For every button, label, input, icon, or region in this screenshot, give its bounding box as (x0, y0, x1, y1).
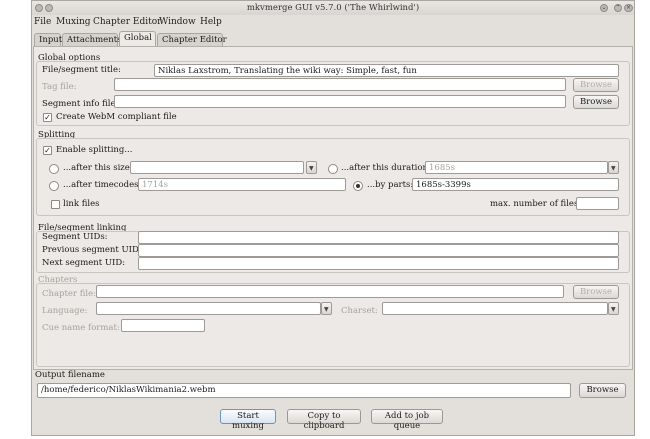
after-duration-dropdown[interactable]: ▼ (608, 161, 619, 174)
minimize-icon[interactable]: ⌄ (600, 4, 608, 12)
segment-info-label: Segment info file: (42, 99, 119, 109)
menu-window[interactable]: Window (159, 17, 196, 27)
segment-uids-input[interactable] (138, 231, 619, 244)
charset-label: Charset: (341, 306, 378, 316)
tab-global[interactable]: Global (119, 31, 156, 46)
link-files-checkbox[interactable] (51, 200, 60, 209)
cue-name-format-input[interactable] (121, 319, 205, 332)
window-title: mkvmerge GUI v5.7.0 ('The Whirlwind') (246, 3, 420, 13)
link-files-label: link files (63, 199, 100, 209)
prev-uid-label: Previous segment UID: (42, 245, 142, 255)
segment-info-input[interactable] (114, 95, 566, 108)
file-title-label: File/segment title: (42, 65, 121, 75)
chevron-down-icon: ▼ (324, 306, 329, 313)
after-size-label: ...after this size: (63, 163, 133, 173)
after-duration-radio[interactable] (328, 164, 338, 174)
webm-checkbox[interactable]: ✓ (43, 113, 52, 122)
next-uid-input[interactable] (138, 257, 619, 270)
enable-splitting-checkbox[interactable]: ✓ (43, 146, 52, 155)
after-size-radio[interactable] (49, 164, 59, 174)
prev-uid-input[interactable] (138, 244, 619, 257)
language-combo[interactable] (96, 302, 321, 315)
output-browse-button[interactable]: Browse (579, 383, 626, 398)
file-title-input[interactable]: Niklas Laxstrom, Translating the wiki wa… (154, 64, 619, 77)
enable-splitting-label: Enable splitting... (56, 145, 133, 155)
by-parts-input[interactable]: 1685s-3399s (412, 178, 619, 191)
chapter-file-input[interactable] (96, 285, 564, 298)
charset-dropdown[interactable]: ▼ (608, 302, 619, 315)
segment-info-browse-button[interactable]: Browse (573, 95, 619, 109)
charset-combo[interactable] (382, 302, 608, 315)
after-timecodes-radio[interactable] (49, 181, 59, 191)
check-icon: ✓ (44, 113, 51, 122)
after-timecodes-label: ...after timecodes: (63, 180, 142, 190)
tag-file-input[interactable] (114, 78, 566, 91)
after-duration-label: ...after this duration: (341, 163, 431, 173)
chevron-down-icon: ▼ (611, 306, 616, 313)
cue-name-format-label: Cue name format: (42, 323, 120, 333)
output-title: Output filename (35, 370, 105, 380)
chapter-file-browse-button[interactable]: Browse (573, 285, 619, 299)
menu-file[interactable]: File (34, 17, 51, 27)
after-timecodes-input[interactable]: 1714s (138, 178, 346, 191)
start-muxing-button[interactable]: Start muxing (220, 409, 276, 431)
title-bar: mkvmerge GUI v5.7.0 ('The Whirlwind') ⌄ … (32, 1, 634, 15)
by-parts-radio[interactable] (353, 181, 363, 191)
menu-chapter-editor[interactable]: Chapter Editor (93, 17, 161, 27)
tab-input[interactable]: Input (34, 33, 62, 46)
close-icon[interactable]: × (624, 4, 633, 12)
after-size-dropdown[interactable]: ▼ (306, 161, 317, 174)
maximize-icon[interactable]: ⌃ (614, 4, 622, 12)
language-dropdown[interactable]: ▼ (321, 302, 332, 315)
language-label: Language: (42, 306, 88, 316)
max-files-label: max. number of files: (490, 199, 582, 209)
chapter-file-label: Chapter file: (42, 289, 96, 299)
tab-chapter-editor[interactable]: Chapter Editor (157, 33, 227, 46)
action-bar: Start muxing Copy to clipboard Add to jo… (33, 406, 633, 431)
app-window: mkvmerge GUI v5.7.0 ('The Whirlwind') ⌄ … (31, 0, 635, 436)
next-uid-label: Next segment UID: (42, 258, 126, 268)
segment-uids-label: Segment UIDs: (42, 232, 108, 242)
after-duration-combo[interactable]: 1685s (425, 161, 608, 174)
after-size-combo[interactable] (130, 161, 304, 174)
webm-label: Create WebM compliant file (56, 112, 177, 122)
tag-file-label: Tag file: (42, 82, 77, 92)
max-files-input[interactable] (576, 197, 619, 210)
by-parts-label: ...by parts: (367, 180, 414, 190)
output-section: Output filename /home/federico/NiklasWik… (33, 370, 633, 406)
add-to-job-queue-button[interactable]: Add to job queue (371, 409, 443, 431)
copy-to-clipboard-button[interactable]: Copy to clipboard (287, 409, 361, 431)
chevron-down-icon: ▼ (309, 165, 314, 172)
tab-attachments[interactable]: Attachments (62, 33, 121, 46)
output-filename-input[interactable]: /home/federico/NiklasWikimania2.webm (37, 383, 571, 398)
menu-bar: File Muxing Chapter Editor Window Help (32, 16, 634, 29)
tag-file-browse-button[interactable]: Browse (573, 78, 619, 92)
global-tab-panel: Global options File/segment title: Nikla… (33, 46, 633, 370)
menu-help[interactable]: Help (200, 17, 222, 27)
chevron-down-icon: ▼ (611, 165, 616, 172)
check-icon: ✓ (44, 146, 51, 155)
menu-muxing[interactable]: Muxing (56, 17, 91, 27)
tab-bar: Input Attachments Global Chapter Editor (32, 31, 634, 46)
